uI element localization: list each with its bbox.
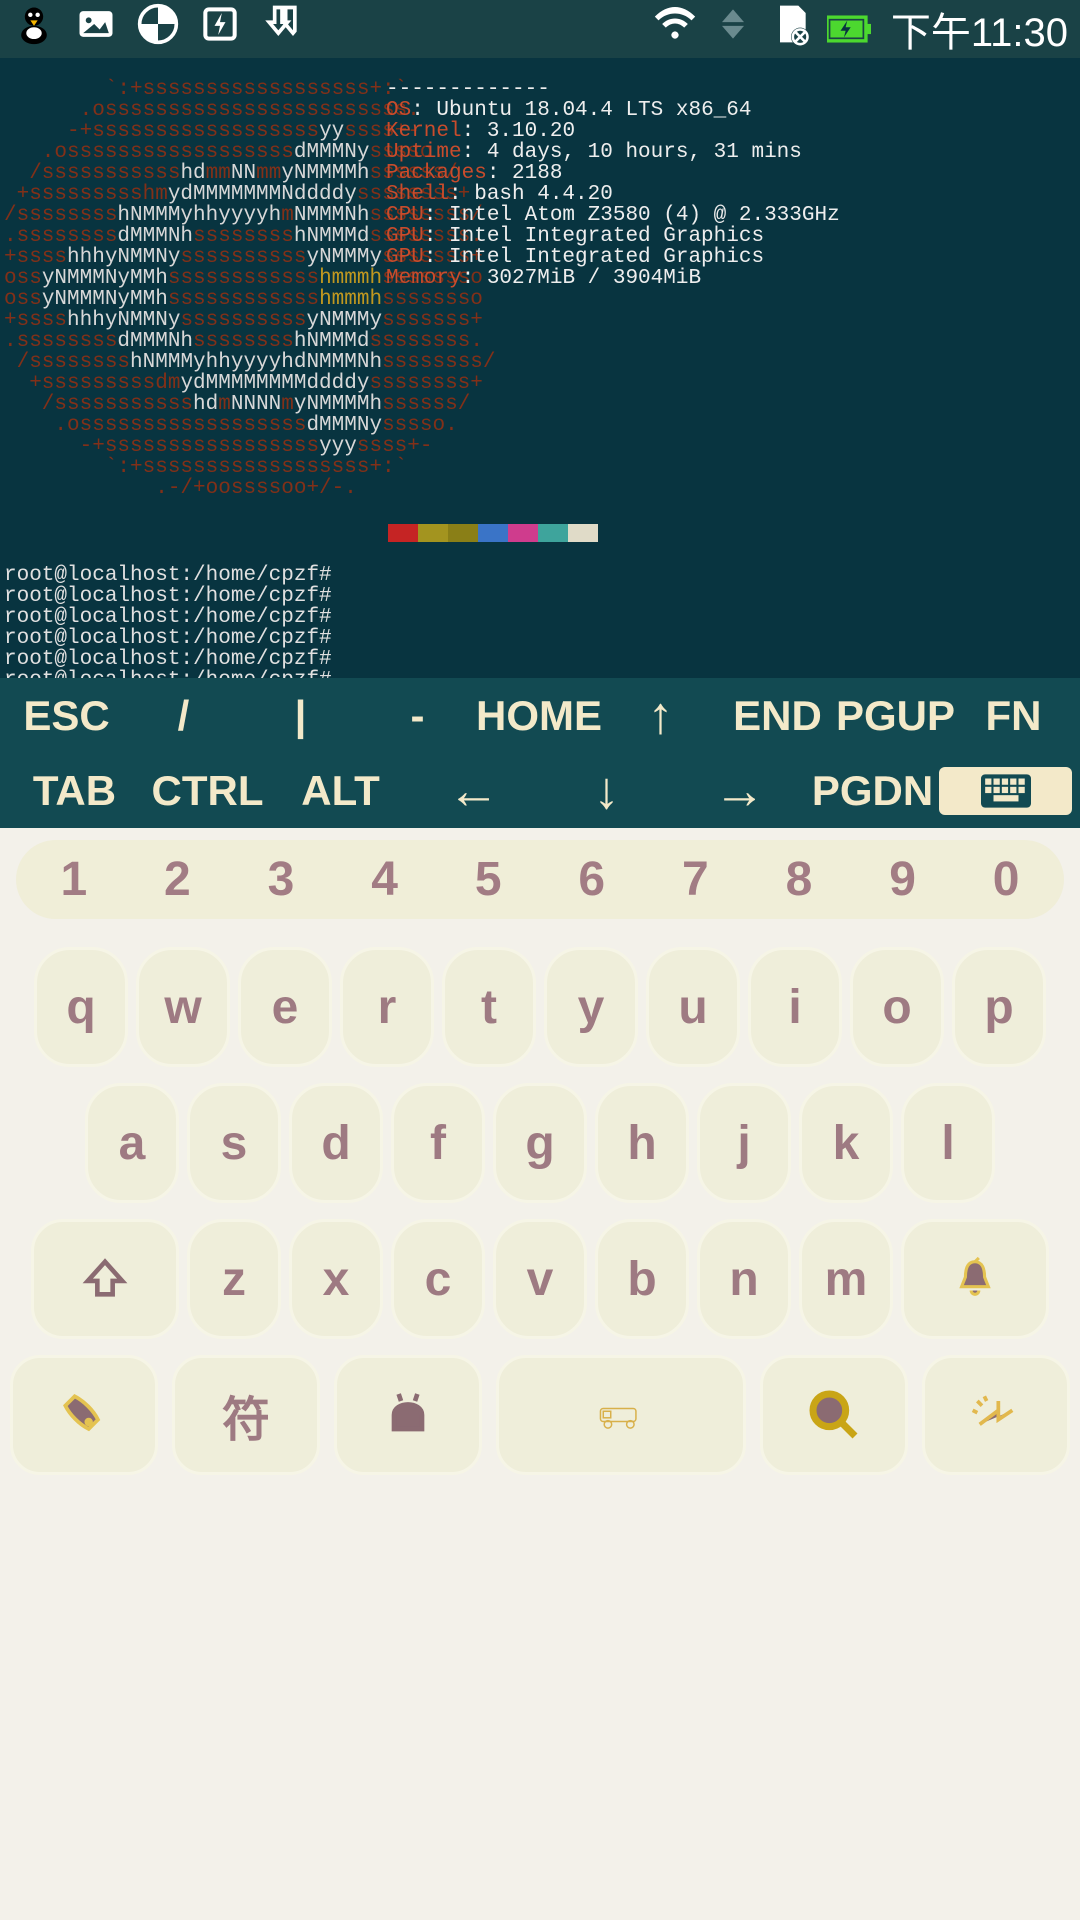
toggle-keyboard-key[interactable] — [939, 767, 1072, 815]
enter-key[interactable] — [922, 1355, 1070, 1475]
key-l[interactable]: l — [901, 1083, 995, 1203]
key-w[interactable]: w — [136, 947, 230, 1067]
key-d[interactable]: d — [289, 1083, 383, 1203]
key-o[interactable]: o — [850, 947, 944, 1067]
term-key-home[interactable]: HOME — [476, 692, 602, 740]
term-key-↓[interactable]: ↓ — [540, 761, 673, 821]
color-blocks — [388, 524, 1076, 544]
key-m[interactable]: m — [799, 1219, 893, 1339]
numkey-7[interactable]: 7 — [644, 852, 748, 907]
key-i[interactable]: i — [748, 947, 842, 1067]
image-icon — [74, 2, 118, 56]
term-key-ctrl[interactable]: CTRL — [141, 767, 274, 815]
download-icon — [260, 2, 304, 56]
key-j[interactable]: j — [697, 1083, 791, 1203]
numkey-8[interactable]: 8 — [747, 852, 851, 907]
key-k[interactable]: k — [799, 1083, 893, 1203]
key-u[interactable]: u — [646, 947, 740, 1067]
term-key-/[interactable]: / — [125, 692, 242, 740]
number-row: 1234567890 — [16, 840, 1064, 919]
android-status-bar: 下午11:30 — [0, 0, 1080, 58]
term-key-→[interactable]: → — [673, 761, 806, 821]
term-key-tab[interactable]: TAB — [8, 767, 141, 815]
term-key-|[interactable]: | — [242, 692, 359, 740]
space-key[interactable] — [496, 1355, 746, 1475]
soft-keyboard: 1234567890 qwertyuiop asdfghjkl zxcvbnm … — [0, 828, 1080, 1920]
key-h[interactable]: h — [595, 1083, 689, 1203]
prompt-lines: root@localhost:/home/cpzf#root@localhost… — [4, 565, 1076, 678]
search-key[interactable] — [760, 1355, 908, 1475]
neofetch-ascii: `:+ssssssssssssssssss+:` .osssssssssssss… — [4, 79, 382, 499]
shift-key[interactable] — [31, 1219, 179, 1339]
numkey-3[interactable]: 3 — [229, 852, 333, 907]
key-z[interactable]: z — [187, 1219, 281, 1339]
terminal-extra-keys: ESC/|-HOME↑ENDPGUPFN TABCTRLALT←↓→PGDN — [0, 678, 1080, 828]
numkey-4[interactable]: 4 — [333, 852, 437, 907]
term-key-pgup[interactable]: PGUP — [836, 692, 955, 740]
key-n[interactable]: n — [697, 1219, 791, 1339]
tux-icon — [12, 2, 56, 56]
key-q[interactable]: q — [34, 947, 128, 1067]
term-key-pgdn[interactable]: PGDN — [806, 767, 939, 815]
emoji-key[interactable] — [334, 1355, 482, 1475]
key-v[interactable]: v — [493, 1219, 587, 1339]
key-b[interactable]: b — [595, 1219, 689, 1339]
numkey-5[interactable]: 5 — [436, 852, 540, 907]
key-t[interactable]: t — [442, 947, 536, 1067]
term-key-alt[interactable]: ALT — [274, 767, 407, 815]
numkey-1[interactable]: 1 — [22, 852, 126, 907]
sd-card-icon — [769, 2, 813, 56]
term-key-←[interactable]: ← — [407, 761, 540, 821]
key-f[interactable]: f — [391, 1083, 485, 1203]
neofetch-info: -------------OS: Ubuntu 18.04.4 LTS x86_… — [382, 79, 840, 499]
bolt-icon — [198, 2, 242, 56]
bell-key[interactable] — [901, 1219, 1049, 1339]
key-r[interactable]: r — [340, 947, 434, 1067]
key-s[interactable]: s — [187, 1083, 281, 1203]
key-e[interactable]: e — [238, 947, 332, 1067]
term-key-esc[interactable]: ESC — [8, 692, 125, 740]
numkey-6[interactable]: 6 — [540, 852, 644, 907]
key-a[interactable]: a — [85, 1083, 179, 1203]
key-g[interactable]: g — [493, 1083, 587, 1203]
term-key--[interactable]: - — [359, 692, 476, 740]
updown-icon — [711, 2, 755, 56]
key-y[interactable]: y — [544, 947, 638, 1067]
term-key-fn[interactable]: FN — [955, 692, 1072, 740]
terminal-output[interactable]: `:+ssssssssssssssssss+:` .osssssssssssss… — [0, 58, 1080, 678]
numkey-0[interactable]: 0 — [954, 852, 1058, 907]
numkey-9[interactable]: 9 — [851, 852, 955, 907]
key-c[interactable]: c — [391, 1219, 485, 1339]
battery-charging-icon — [827, 7, 871, 51]
numkey-2[interactable]: 2 — [126, 852, 230, 907]
voice-key[interactable] — [10, 1355, 158, 1475]
fan-icon — [136, 2, 180, 56]
wifi-icon — [653, 2, 697, 56]
symbols-key[interactable]: 符 — [172, 1355, 320, 1475]
key-p[interactable]: p — [952, 947, 1046, 1067]
term-key-end[interactable]: END — [719, 692, 836, 740]
key-x[interactable]: x — [289, 1219, 383, 1339]
clock: 下午11:30 — [891, 0, 1068, 58]
term-key-↑[interactable]: ↑ — [602, 686, 719, 746]
